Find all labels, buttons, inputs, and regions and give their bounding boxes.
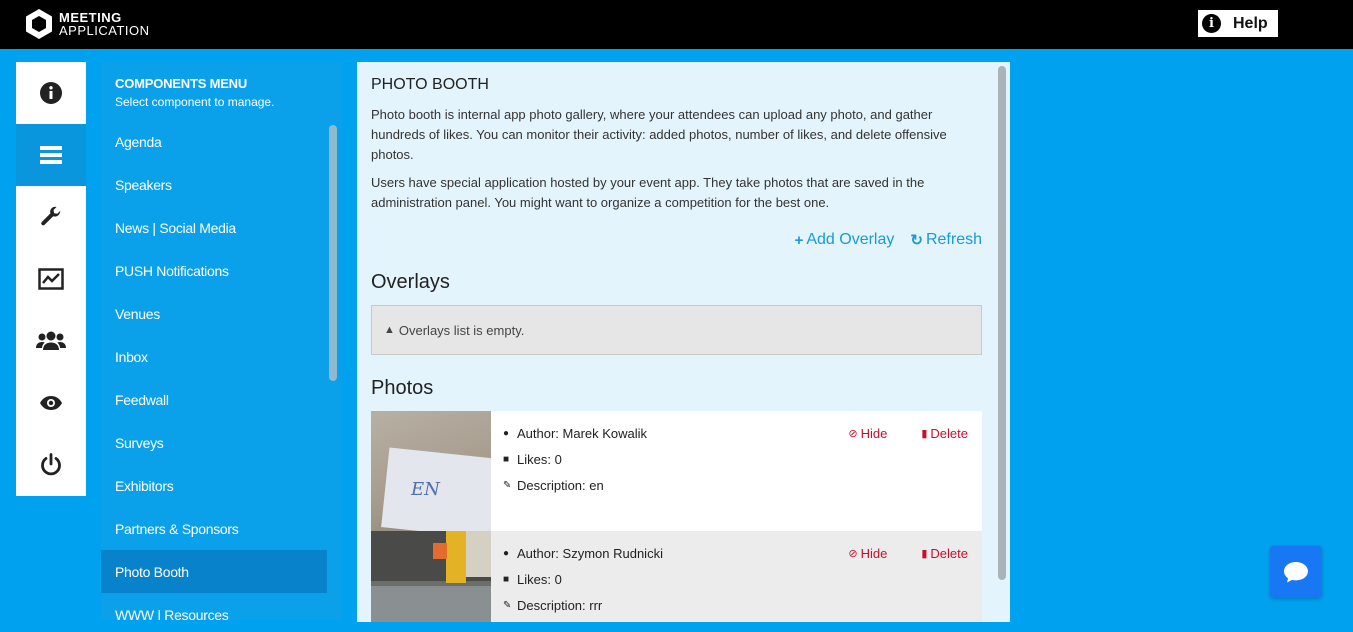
eye-icon	[40, 396, 62, 410]
ban-icon: ⊘	[848, 428, 858, 440]
refresh-icon: ↻	[910, 232, 923, 249]
pencil-icon: ✎	[503, 480, 512, 491]
info-icon	[40, 82, 62, 104]
hide-label: Hide	[860, 546, 888, 561]
overlays-empty-alert: ▲ Overlays list is empty.	[371, 305, 982, 355]
hide-label: Hide	[860, 426, 888, 441]
add-overlay-label: Add Overlay	[806, 231, 895, 248]
menu-item-inbox[interactable]: Inbox	[101, 335, 327, 378]
chart-icon	[38, 268, 64, 290]
help-label: Help	[1233, 14, 1268, 32]
wrench-icon	[41, 206, 61, 226]
help-button[interactable]: i Help	[1198, 10, 1278, 37]
info-icon: i	[1202, 14, 1221, 33]
menu-item-speakers[interactable]: Speakers	[101, 163, 327, 206]
photo-likes: ■ Likes: 0	[503, 572, 562, 587]
main-panel: PHOTO BOOTH Photo booth is internal app …	[357, 62, 1010, 622]
refresh-label: Refresh	[925, 231, 982, 248]
menu-bars-icon	[40, 146, 62, 164]
page-title: PHOTO BOOTH	[371, 76, 489, 93]
menu-item-push-notifications[interactable]: PUSH Notifications	[101, 249, 327, 292]
sidebar-components-button[interactable]	[16, 124, 86, 186]
menu-item-news-social-media[interactable]: News | Social Media	[101, 206, 327, 249]
menu-item-partners-sponsors[interactable]: Partners & Sponsors	[101, 507, 327, 550]
main-scrollbar[interactable]	[998, 66, 1006, 580]
plus-icon: +	[794, 231, 804, 249]
chat-bubble-icon	[1284, 562, 1308, 583]
photo-row: EN ● Author: Marek Kowalik ■ Likes: 0 ✎ …	[371, 411, 982, 531]
menu-item-exhibitors[interactable]: Exhibitors	[101, 464, 327, 507]
top-bar: MEETING APPLICATION i Help	[0, 0, 1353, 49]
trash-icon: ▮	[921, 548, 928, 560]
description-paragraph-1: Photo booth is internal app photo galler…	[371, 107, 947, 162]
photo-likes: ■ Likes: 0	[503, 452, 562, 467]
icon-sidebar	[16, 62, 86, 496]
sidebar-preview-button[interactable]	[16, 372, 86, 434]
photo-thumbnail[interactable]: EN	[371, 411, 491, 531]
description-paragraph-2: Users have special application hosted by…	[371, 175, 925, 210]
thumbs-up-icon: ■	[503, 574, 510, 585]
menu-scrollbar[interactable]	[329, 125, 337, 381]
photo-description: ✎ Description: rrr	[503, 598, 602, 613]
components-menu: COMPONENTS MENU Select component to mana…	[101, 62, 342, 620]
refresh-button[interactable]: ↻ Refresh	[910, 231, 982, 249]
delete-photo-button[interactable]: ▮ Delete	[921, 426, 968, 441]
ban-icon: ⊘	[848, 548, 858, 560]
warning-icon: ▲	[384, 324, 395, 336]
photos-heading: Photos	[371, 377, 434, 399]
user-icon: ●	[503, 548, 510, 559]
photo-author: ● Author: Szymon Rudnicki	[503, 546, 663, 561]
menu-title: COMPONENTS MENU	[115, 76, 248, 91]
app-logo[interactable]: MEETING APPLICATION	[24, 8, 150, 40]
chat-button[interactable]	[1270, 546, 1322, 598]
sidebar-logout-button[interactable]	[16, 434, 86, 496]
menu-item-surveys[interactable]: Surveys	[101, 421, 327, 464]
hide-photo-button[interactable]: ⊘ Hide	[848, 546, 887, 561]
menu-item-photo-booth[interactable]: Photo Booth	[101, 550, 327, 593]
sidebar-settings-button[interactable]	[16, 186, 86, 248]
menu-list: Agenda Speakers News | Social Media PUSH…	[101, 120, 327, 620]
user-icon: ●	[503, 428, 510, 439]
sidebar-stats-button[interactable]	[16, 248, 86, 310]
menu-item-venues[interactable]: Venues	[101, 292, 327, 335]
overlays-heading: Overlays	[371, 271, 450, 293]
add-overlay-button[interactable]: + Add Overlay	[795, 231, 895, 249]
users-icon	[36, 331, 66, 350]
menu-item-www-resources[interactable]: WWW | Resources	[101, 593, 327, 621]
hexagon-logo-icon	[26, 9, 52, 39]
photo-likes-text: Likes: 0	[517, 452, 562, 467]
overlays-empty-text: Overlays list is empty.	[398, 322, 525, 338]
photo-description-text: Description: en	[517, 478, 604, 493]
sidebar-info-button[interactable]	[16, 62, 86, 124]
photo-description-text: Description: rrr	[517, 598, 603, 613]
pencil-icon: ✎	[503, 600, 512, 611]
photo-author-text: Author: Marek Kowalik	[517, 426, 648, 441]
menu-item-feedwall[interactable]: Feedwall	[101, 378, 327, 421]
photo-thumbnail[interactable]	[371, 531, 491, 622]
photo-author: ● Author: Marek Kowalik	[503, 426, 647, 441]
power-icon	[41, 453, 61, 476]
logo-text-line2: APPLICATION	[59, 23, 150, 38]
photo-author-text: Author: Szymon Rudnicki	[517, 546, 663, 561]
thumbs-up-icon: ■	[503, 454, 510, 465]
sidebar-users-button[interactable]	[16, 310, 86, 372]
photo-description: ✎ Description: en	[503, 478, 604, 493]
delete-label: Delete	[930, 546, 968, 561]
hide-photo-button[interactable]: ⊘ Hide	[848, 426, 887, 441]
panel-actions: + Add Overlay ↻ Refresh	[795, 231, 982, 249]
trash-icon: ▮	[921, 428, 928, 440]
photo-row: ● Author: Szymon Rudnicki ■ Likes: 0 ✎ D…	[371, 531, 982, 622]
menu-item-agenda[interactable]: Agenda	[101, 120, 327, 163]
menu-subtitle: Select component to manage.	[115, 95, 275, 109]
delete-label: Delete	[930, 426, 968, 441]
photo-likes-text: Likes: 0	[517, 572, 562, 587]
delete-photo-button[interactable]: ▮ Delete	[921, 546, 968, 561]
